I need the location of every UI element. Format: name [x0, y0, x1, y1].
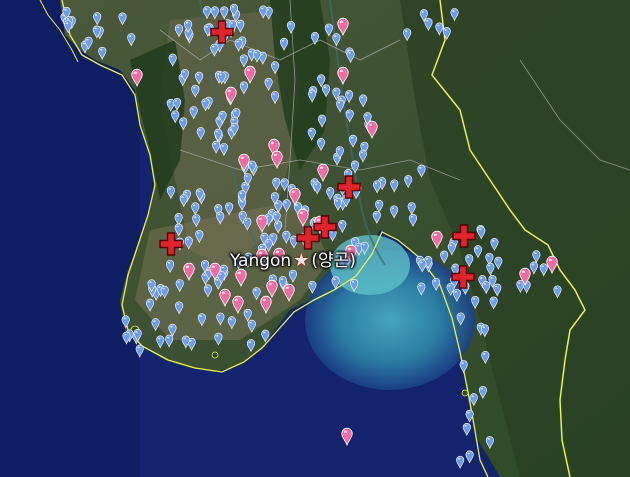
island: [211, 351, 219, 359]
star-icon: ★: [293, 250, 310, 271]
city-label[interactable]: Yangon ★ (양곤): [230, 246, 356, 271]
city-native-name: (양곤): [311, 251, 356, 271]
map-canvas[interactable]: [0, 0, 630, 477]
deep-sea-shade: [0, 0, 140, 477]
city-name: Yangon: [230, 251, 292, 271]
satellite-map[interactable]: Yangon ★ (양곤): [0, 0, 630, 477]
island: [461, 389, 469, 397]
